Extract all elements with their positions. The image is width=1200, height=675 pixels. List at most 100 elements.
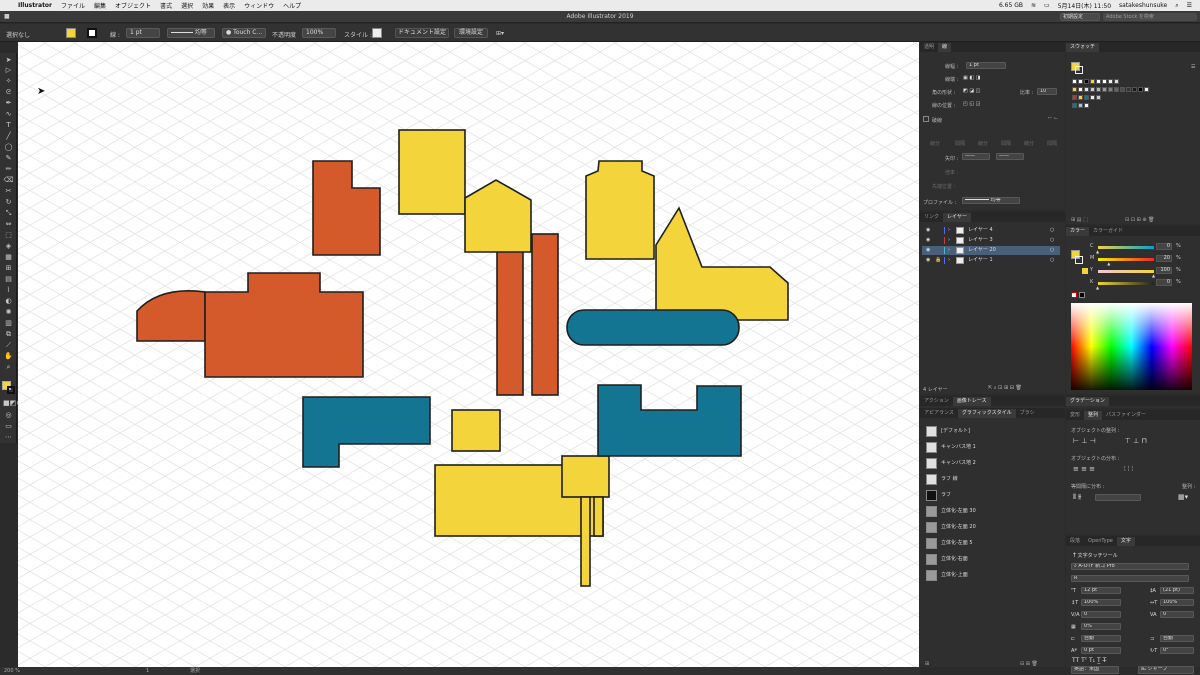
- aki-left-input[interactable]: 自動: [1081, 635, 1121, 642]
- visibility-eye-icon[interactable]: ◉: [926, 246, 930, 255]
- type-tool-icon[interactable]: T: [3, 121, 14, 130]
- symbol-sprayer-tool-icon[interactable]: ✺: [3, 308, 14, 317]
- yellow-tall-block[interactable]: [398, 129, 466, 215]
- artwork-svg[interactable]: [18, 42, 919, 667]
- graphic-style-item[interactable]: 立体化-右面: [924, 552, 1060, 567]
- character-rotation-input[interactable]: 0°: [1160, 647, 1194, 654]
- zoom-tool-icon[interactable]: ⌕: [3, 363, 14, 372]
- swatch-cell[interactable]: [1090, 87, 1095, 92]
- swatch-cell[interactable]: [1096, 79, 1101, 84]
- stroke-swatch[interactable]: [87, 28, 97, 38]
- baseline-shift-input[interactable]: 0 pt: [1081, 647, 1121, 654]
- channel-value-input[interactable]: 100: [1156, 267, 1172, 274]
- swatch-cell[interactable]: [1084, 103, 1089, 108]
- menu-type[interactable]: 書式: [160, 1, 172, 10]
- swatch-cell[interactable]: [1078, 103, 1083, 108]
- distribute-spacing-input[interactable]: [1095, 494, 1141, 501]
- eraser-tool-icon[interactable]: ⌫: [3, 176, 14, 185]
- gradient-tool-icon[interactable]: ▤: [3, 275, 14, 284]
- mesh-tool-icon[interactable]: ⊞: [3, 264, 14, 273]
- magic-wand-tool-icon[interactable]: ✧: [3, 77, 14, 86]
- document-setup-button[interactable]: ドキュメント設定: [395, 28, 449, 38]
- antialias-select[interactable]: aₐ シャープ: [1138, 666, 1194, 674]
- distribute-spacing-buttons-icon[interactable]: ⫴ ⫵: [1073, 493, 1081, 502]
- swatch-cell[interactable]: [1096, 87, 1101, 92]
- tab-align[interactable]: 整列: [1084, 411, 1103, 420]
- layer-name[interactable]: レイヤー 4: [968, 226, 993, 235]
- menubar-user[interactable]: satakeshunsuke: [1119, 2, 1167, 9]
- slider-handle-icon[interactable]: ▲: [1096, 285, 1099, 290]
- fill-swatch[interactable]: [66, 28, 76, 38]
- arrow-start-select[interactable]: ——: [962, 153, 990, 160]
- swatch-cell[interactable]: [1096, 95, 1101, 100]
- swatches-footer-icons[interactable]: ⊞ ▤ ⬚: [1071, 217, 1088, 223]
- swatches-footer-icons-right[interactable]: ⊟ ⊡ ⊞ ⊕ 🗑: [1125, 217, 1154, 223]
- slice-tool-icon[interactable]: ⟋: [3, 341, 14, 350]
- tab-appearance[interactable]: アピアランス: [920, 409, 958, 418]
- tab-pathfinder[interactable]: パスファインダー: [1102, 411, 1150, 420]
- menubar-datetime[interactable]: 5月14日(木) 11:50: [1058, 1, 1111, 10]
- swatch-cell[interactable]: [1084, 95, 1089, 100]
- screen-mode-icon[interactable]: ▭: [3, 422, 14, 431]
- menu-app-name[interactable]: Illustrator: [18, 2, 52, 9]
- color-mode-icon[interactable]: ■◩⊘: [3, 399, 22, 408]
- artboard-number[interactable]: 1: [146, 667, 149, 675]
- align-objects-buttons-icon[interactable]: ⊢ ⊥ ⊣ ⊤ ⊥ ⊓: [1073, 437, 1147, 445]
- swatch-cell[interactable]: [1114, 79, 1119, 84]
- home-button[interactable]: ■: [4, 13, 34, 21]
- tab-paragraph[interactable]: 段落: [1066, 537, 1084, 546]
- graphic-styles-footer-icons-right[interactable]: ⊟ ⊞ 🗑: [1020, 661, 1038, 667]
- visibility-eye-icon[interactable]: ◉: [926, 226, 930, 235]
- graphic-style-item[interactable]: 立体化-上面: [924, 568, 1060, 583]
- brush-select[interactable]: ● Touch C...: [222, 28, 266, 38]
- menu-edit[interactable]: 編集: [94, 1, 106, 10]
- text-style-buttons-icon[interactable]: TT Tᵀ T₁ T̲ T̶: [1072, 657, 1106, 664]
- preferences-button[interactable]: 環境設定: [454, 28, 488, 38]
- swatch-cell[interactable]: [1072, 95, 1077, 100]
- out-of-gamut-swatch[interactable]: [1082, 268, 1088, 274]
- swatch-cell[interactable]: [1144, 87, 1149, 92]
- shape-builder-tool-icon[interactable]: ◈: [3, 242, 14, 251]
- aki-right-input[interactable]: 自動: [1160, 635, 1194, 642]
- menu-help[interactable]: ヘルプ: [283, 1, 301, 10]
- lock-icon[interactable]: 🔒: [935, 256, 941, 265]
- yellow-small-square[interactable]: [451, 409, 501, 452]
- perspective-grid-tool-icon[interactable]: ▦: [3, 253, 14, 262]
- color-spectrum[interactable]: [1071, 303, 1192, 390]
- swatch-cell[interactable]: [1102, 87, 1107, 92]
- slider-handle-icon[interactable]: ▲: [1152, 273, 1155, 278]
- dashed-checkbox[interactable]: [923, 116, 929, 122]
- font-style-select[interactable]: R: [1071, 575, 1189, 582]
- leading-input[interactable]: (21 pt): [1160, 587, 1194, 594]
- horizontal-scale-input[interactable]: 100%: [1160, 599, 1194, 606]
- tab-stroke[interactable]: 線: [938, 43, 952, 52]
- scale-tool-icon[interactable]: ⤡: [3, 209, 14, 218]
- swatch-cell[interactable]: [1078, 79, 1083, 84]
- artboard-tool-icon[interactable]: ⧉: [3, 330, 14, 339]
- swatch-cell[interactable]: [1084, 87, 1089, 92]
- menu-effect[interactable]: 効果: [202, 1, 214, 10]
- swatch-cell[interactable]: [1090, 95, 1095, 100]
- search-icon[interactable]: ⌕: [1175, 2, 1178, 10]
- swatch-cell[interactable]: [1138, 87, 1143, 92]
- swatch-cell[interactable]: [1108, 79, 1113, 84]
- tsume-input[interactable]: 0%: [1081, 623, 1121, 630]
- swatch-cell[interactable]: [1120, 87, 1125, 92]
- pen-tool-icon[interactable]: ✒: [3, 99, 14, 108]
- rotate-tool-icon[interactable]: ↻: [3, 198, 14, 207]
- swatch-cell[interactable]: [1132, 87, 1137, 92]
- swatch-current-stroke[interactable]: [1075, 66, 1083, 74]
- language-select[interactable]: 英語：米国: [1071, 666, 1119, 674]
- tab-layers[interactable]: レイヤー: [943, 213, 971, 222]
- tab-transparency[interactable]: 透明: [920, 43, 938, 52]
- swatch-cell[interactable]: [1072, 103, 1077, 108]
- expand-chevron-icon[interactable]: ›: [948, 246, 950, 255]
- layer-name[interactable]: レイヤー 3: [968, 236, 993, 245]
- swatch-cell[interactable]: [1126, 87, 1131, 92]
- stroke-profile-select[interactable]: 均等: [167, 28, 215, 38]
- graph-tool-icon[interactable]: ▥: [3, 319, 14, 328]
- orange-right-pillar[interactable]: [531, 233, 559, 396]
- yellow-signpost-pole-back[interactable]: [593, 496, 604, 537]
- ellipse-tool-icon[interactable]: ◯: [3, 143, 14, 152]
- opacity-field[interactable]: 100%: [302, 28, 336, 38]
